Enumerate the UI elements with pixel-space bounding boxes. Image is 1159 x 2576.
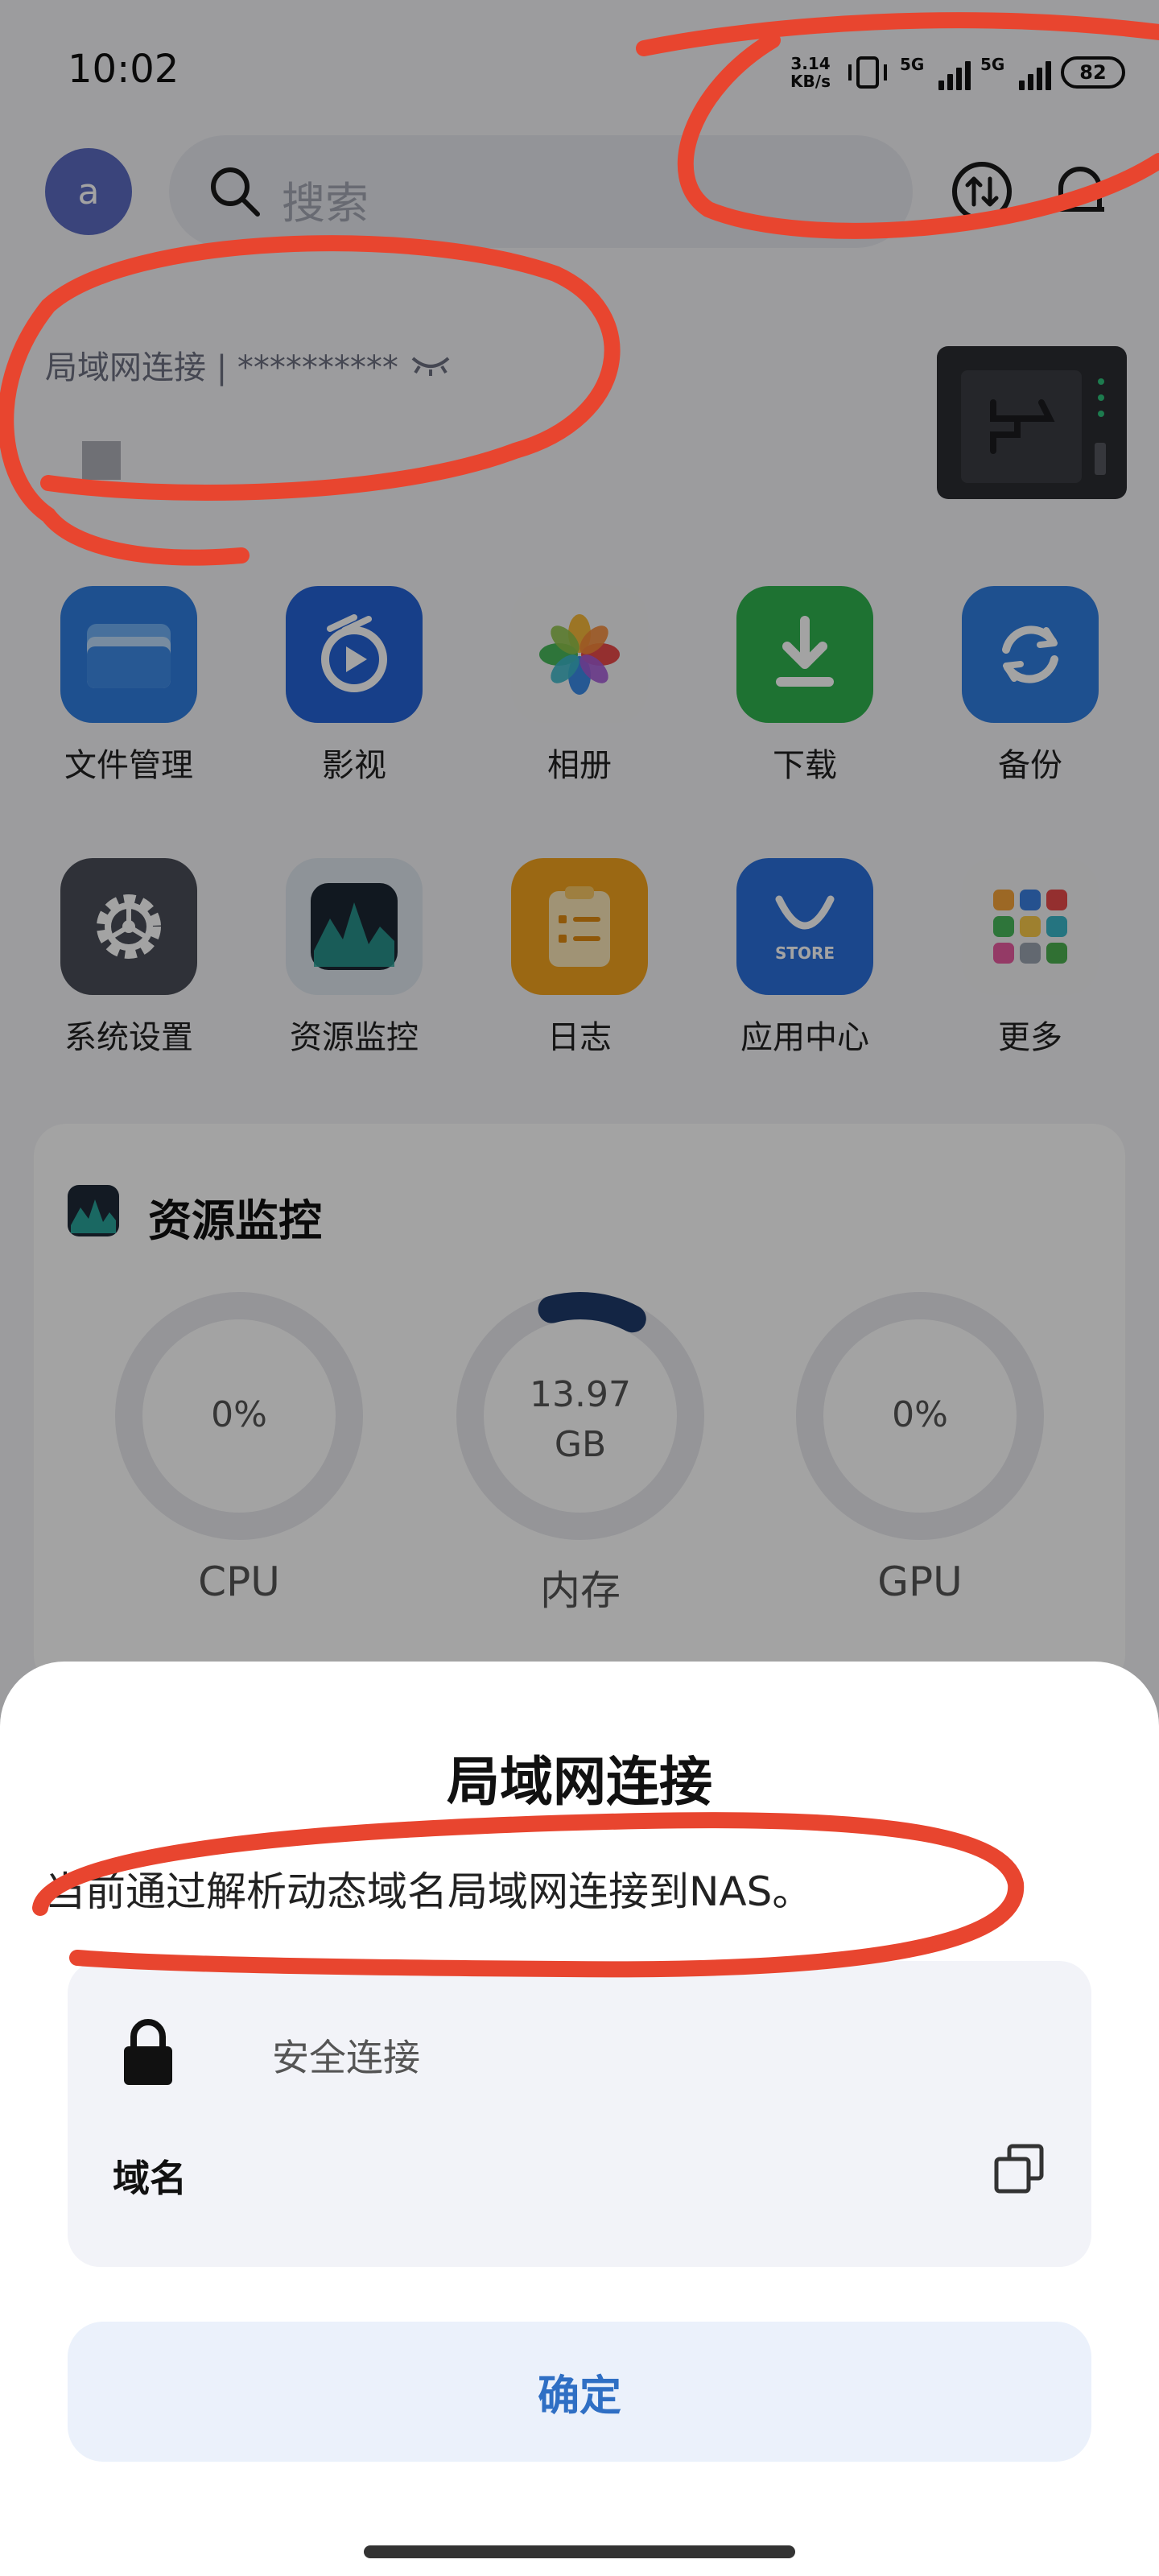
confirm-button[interactable]: 确定: [68, 2322, 1091, 2462]
lock-icon: [124, 2019, 172, 2085]
lan-connection-dialog: 局域网连接 当前通过解析动态域名局域网连接到NAS。 安全连接 域名 确定: [0, 1662, 1159, 2576]
dialog-title: 局域网连接: [447, 1751, 712, 1813]
secure-connection-label: 安全连接: [272, 2036, 420, 2079]
copy-icon[interactable]: [993, 2143, 1045, 2194]
domain-label: 域名: [113, 2157, 187, 2200]
home-indicator[interactable]: [364, 2545, 795, 2558]
connection-info-box: 安全连接 域名: [68, 1961, 1091, 2267]
dialog-description: 当前通过解析动态域名局域网连接到NAS。: [45, 1868, 813, 1915]
